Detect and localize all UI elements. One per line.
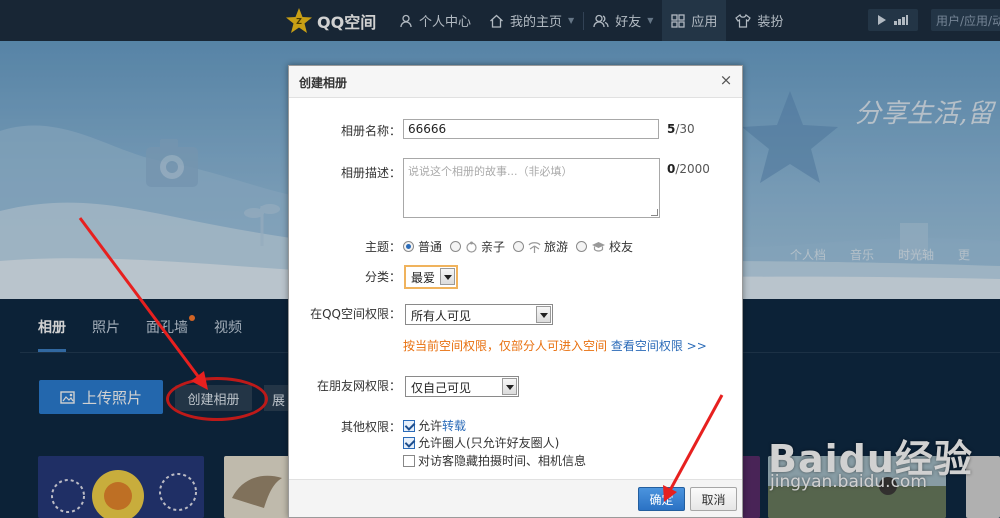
theme-option-travel[interactable]: 旅游 [513, 238, 568, 255]
category-value: 最爱 [411, 271, 436, 285]
other-permission-label: 其他权限： [340, 420, 401, 434]
theme-text: 旅游 [544, 240, 569, 254]
hide-exif-text: 对访客隐藏拍摄时间、相机信息 [418, 454, 587, 468]
repost-link[interactable]: 转载 [442, 417, 466, 434]
permission-warning-note: 按当前空间权限，仅部分人可进入空间 查看空间权限 >> [403, 337, 707, 354]
radio-unselected[interactable] [576, 241, 588, 252]
dropdown-arrow-icon [502, 378, 517, 395]
desc-placeholder: 说说这个相册的故事...（非必填） [408, 165, 573, 178]
name-max: /30 [675, 122, 695, 136]
theme-option-alumni[interactable]: 校友 [576, 238, 633, 255]
album-desc-label: 相册描述： [340, 166, 401, 180]
theme-label: 主题： [364, 240, 401, 254]
dropdown-arrow-icon [536, 306, 551, 323]
close-icon[interactable]: × [719, 73, 733, 88]
album-desc-counter: 0/2000 [667, 162, 710, 176]
album-name-input[interactable] [403, 119, 659, 139]
album-name-label: 相册名称： [340, 124, 401, 138]
view-space-permission-link[interactable]: 查看空间权限 >> [611, 339, 707, 353]
checkbox-unchecked[interactable] [403, 454, 415, 467]
dialog-title: 创建相册 [289, 66, 742, 98]
pengyou-permission-label: 在朋友网权限： [316, 379, 401, 393]
cancel-button[interactable]: 取消 [690, 487, 737, 511]
baby-icon [466, 241, 477, 253]
create-album-dialog: 创建相册 × 相册名称： 5/30 相册描述： 说说这个相册的故事...（非必填… [288, 65, 743, 518]
graduation-cap-icon [592, 241, 606, 252]
category-select[interactable]: 最爱 [404, 265, 458, 289]
category-label: 分类： [364, 270, 401, 284]
allow-circle-option[interactable]: 允许圈人(只允许好友圈人) [403, 434, 559, 451]
dropdown-arrow-icon [440, 268, 455, 285]
theme-text: 校友 [609, 240, 634, 254]
allow-repost-option[interactable]: 允许 转载 [403, 417, 466, 434]
theme-option-normal[interactable]: 普通 [403, 238, 442, 255]
album-name-counter: 5/30 [667, 122, 695, 136]
album-desc-textarea[interactable]: 说说这个相册的故事...（非必填） [403, 158, 660, 218]
radio-unselected[interactable] [513, 241, 525, 252]
checkbox-checked[interactable] [403, 419, 415, 432]
theme-text: 普通 [418, 240, 443, 254]
dialog-footer: 确定 取消 [289, 479, 742, 517]
palm-tree-icon [528, 241, 541, 253]
theme-text: 亲子 [481, 240, 506, 254]
permission-note-text: 按当前空间权限，仅部分人可进入空间 [403, 339, 608, 353]
confirm-button[interactable]: 确定 [638, 487, 685, 511]
radio-unselected[interactable] [450, 241, 462, 252]
checkbox-checked[interactable] [403, 436, 415, 449]
hide-exif-option[interactable]: 对访客隐藏拍摄时间、相机信息 [403, 452, 586, 469]
pengyou-permission-select[interactable]: 仅自己可见 [405, 376, 519, 397]
qzone-permission-select[interactable]: 所有人可见 [405, 304, 553, 325]
circle-option-text: 允许圈人(只允许好友圈人) [418, 436, 560, 450]
radio-selected[interactable] [403, 241, 414, 252]
theme-option-family[interactable]: 亲子 [450, 238, 505, 255]
theme-radio-group: 普通 亲子 旅游 校友 [403, 238, 641, 255]
desc-max: /2000 [675, 162, 710, 176]
qzone-permission-label: 在QQ空间权限： [310, 307, 401, 321]
qzone-permission-value: 所有人可见 [411, 309, 472, 323]
pengyou-permission-value: 仅自己可见 [411, 381, 472, 395]
allow-prefix: 允许 [418, 419, 443, 433]
resize-grip-icon[interactable] [651, 209, 658, 216]
